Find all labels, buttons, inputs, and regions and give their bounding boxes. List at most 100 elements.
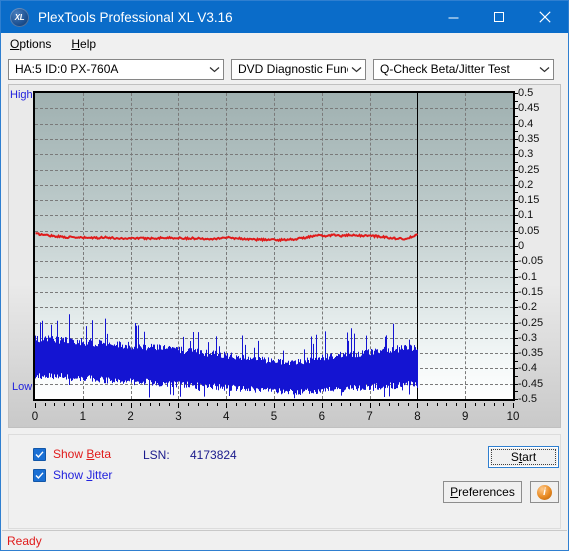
menu-item-help-label: elp	[80, 36, 97, 51]
chart-y-tick-label: 0.4	[518, 117, 534, 130]
chart-y-tick-minor	[515, 192, 518, 194]
chart-x-tick-minor	[350, 403, 352, 406]
function-select[interactable]: DVD Diagnostic Functions	[231, 58, 366, 80]
chart-x-axis: 0 1 2 3 4 5 6 7 8 9 10	[9, 403, 560, 427]
chart-y-tick-minor	[515, 238, 518, 240]
chart-x-tick-minor	[474, 403, 476, 406]
chart-y-tick-label: 0.15	[518, 194, 540, 207]
chart-y-tick-minor	[515, 284, 518, 286]
chart-x-tick-label: 7	[366, 411, 373, 423]
chevron-down-icon	[206, 66, 223, 73]
checkbox-checked-icon	[33, 447, 46, 461]
chart-x-tick-minor	[216, 403, 218, 406]
info-icon: i	[537, 484, 552, 500]
lsn-label: LSN:	[143, 448, 170, 462]
window-title: PlexTools Professional XL V3.16	[38, 9, 233, 25]
chart-x-tick-label: 9	[461, 411, 469, 423]
chart-high-label: High	[10, 89, 33, 101]
app-window: XL PlexTools Professional XL V3.16 Optio…	[0, 0, 569, 551]
chart-y-tick-mark	[514, 261, 518, 263]
window-controls	[430, 1, 568, 33]
chart-y-tick-minor	[515, 345, 518, 347]
chart-y-tick-label: -0.25	[518, 316, 544, 329]
chart-y-tick-label: 0.05	[518, 224, 540, 237]
chart-y-tick-minor	[515, 215, 518, 217]
show-jitter-checkbox[interactable]: Show Jitter	[33, 468, 112, 482]
chart-x-tick-minor	[426, 403, 428, 406]
chart-y-tick-mark	[514, 123, 518, 125]
chart-series-jitter	[35, 314, 418, 399]
menu-bar: Options Help	[1, 33, 568, 54]
chart-x-tick-minor	[207, 403, 209, 406]
test-select[interactable]: Q-Check Beta/Jitter Test	[373, 58, 554, 80]
chart-y-tick-mark	[514, 93, 518, 94]
chart-y-tick-label: -0.4	[518, 362, 537, 375]
chart-y-tick-minor	[515, 100, 518, 102]
chart-x-tick-minor	[398, 403, 400, 406]
chart-y-tick-minor	[515, 207, 518, 209]
chart-y-tick-minor	[515, 230, 518, 232]
preferences-button[interactable]: Preferences	[443, 481, 522, 503]
show-jitter-label: Show Jitter	[53, 468, 113, 482]
chart-y-tick-label: 0.45	[518, 102, 540, 115]
chart-y-tick-minor	[515, 223, 518, 225]
chart-series-layer	[35, 232, 418, 399]
chart-x-tick-mark	[178, 403, 180, 408]
chart-y-tick-minor	[515, 146, 518, 148]
chart-y-tick-mark	[514, 169, 518, 171]
minimize-icon[interactable]	[430, 1, 476, 33]
chart-low-label: Low	[12, 381, 33, 393]
chart-x-tick-minor	[245, 403, 247, 406]
show-beta-label: Show Beta	[53, 447, 112, 461]
chart-y-tick-label: -0.35	[518, 347, 544, 360]
chart-y-tick-minor	[515, 360, 518, 362]
chart-x-tick-minor	[302, 403, 304, 406]
chart-series-beta	[35, 232, 418, 243]
chart-x-tick-minor	[503, 403, 505, 406]
chart-x-tick-minor	[484, 403, 486, 406]
chart-x-tick-minor	[168, 403, 170, 406]
chart-y-tick-label: 0.25	[518, 163, 540, 176]
chart-x-tick-minor	[187, 403, 189, 406]
chart-y-tick-label: -0.05	[518, 255, 544, 268]
chart-x-tick-minor	[388, 403, 390, 406]
chart-x-tick-minor	[101, 403, 103, 406]
chart-x-tick-minor	[407, 403, 409, 406]
chart-x-tick-minor	[140, 403, 142, 406]
menu-item-help[interactable]: Help	[71, 37, 96, 51]
chart-y-tick-mark	[514, 337, 518, 339]
preferences-button-label: Preferences	[450, 485, 515, 499]
chart-plot-area[interactable]	[33, 91, 515, 401]
info-button[interactable]: i	[530, 481, 559, 503]
chart-y-tick-minor	[515, 299, 518, 301]
menu-item-options[interactable]: Options	[10, 37, 51, 51]
start-button[interactable]: St art	[488, 446, 559, 468]
chart-y-tick-minor	[515, 253, 518, 255]
checkbox-checked-icon	[33, 468, 46, 482]
chart-x-tick-label: 2	[127, 411, 134, 423]
chart-x-tick-label: 3	[175, 411, 182, 423]
drive-select-value: HA:5 ID:0 PX-760A	[15, 62, 119, 76]
test-select-value: Q-Check Beta/Jitter Test	[380, 62, 510, 76]
chart-x-tick-minor	[331, 403, 333, 406]
drive-select[interactable]: HA:5 ID:0 PX-760A	[8, 58, 224, 80]
chart-y-tick-mark	[514, 138, 518, 140]
chart-x-tick-minor	[197, 403, 199, 406]
chart-y-tick-label: -0.15	[518, 285, 544, 298]
maximize-icon[interactable]	[476, 1, 522, 33]
chart-x-tick-minor	[254, 403, 256, 406]
chart-y-tick-label: 0.35	[518, 132, 540, 145]
close-icon[interactable]	[522, 1, 568, 33]
show-beta-checkbox[interactable]: Show Beta	[33, 447, 111, 461]
chart-y-tick-minor	[515, 268, 518, 270]
chart-y-tick-label: -0.45	[518, 377, 544, 390]
chart-x-tick-minor	[159, 403, 161, 406]
chart-x-tick-mark	[82, 403, 84, 408]
function-select-value: DVD Diagnostic Functions	[238, 62, 348, 76]
chart-y-tick-label: 0.5	[518, 87, 534, 99]
lsn-value: 4173824	[190, 448, 237, 462]
app-icon: XL	[10, 7, 29, 27]
chart-y-tick-mark	[514, 383, 518, 385]
chart-x-tick-minor	[379, 403, 381, 406]
chart-y-tick-label: 0.1	[518, 209, 534, 222]
